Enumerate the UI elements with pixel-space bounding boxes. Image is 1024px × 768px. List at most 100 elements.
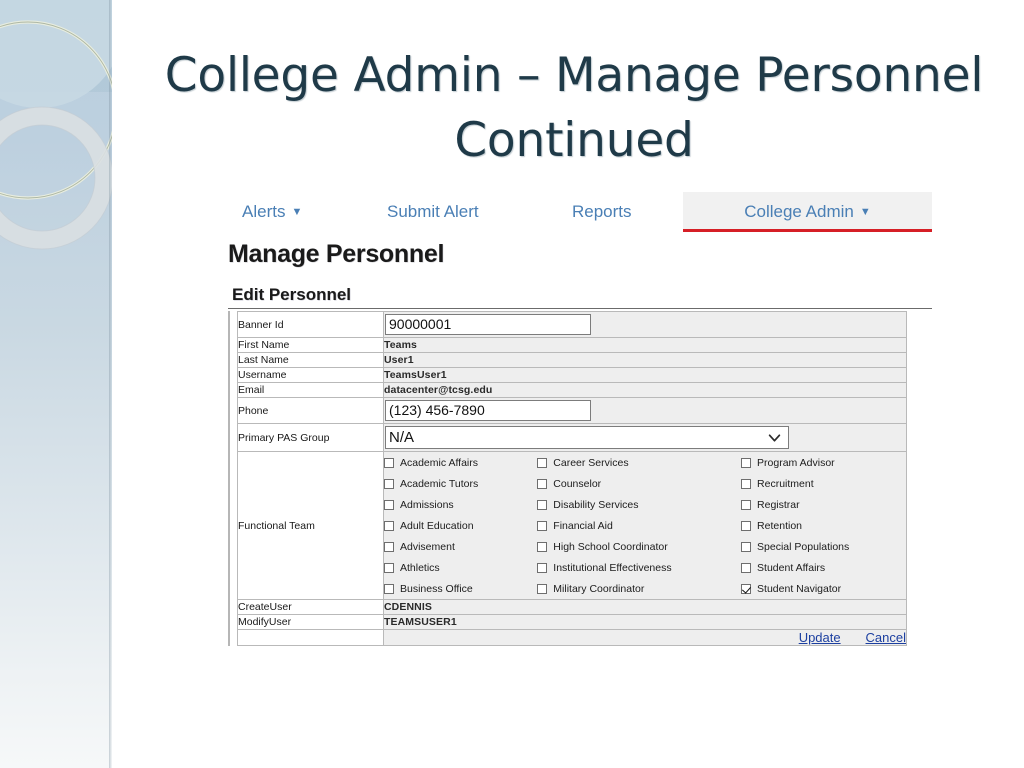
decorative-side-band <box>0 0 112 768</box>
list-item[interactable]: Military Coordinator <box>537 578 741 599</box>
checkbox-label: Special Populations <box>757 540 850 553</box>
list-item[interactable]: Athletics <box>384 557 537 578</box>
nav-item-submit-alert[interactable]: Submit Alert <box>373 192 493 232</box>
primary-pas-group-selected-value: N/A <box>389 429 415 446</box>
edit-personnel-panel: Edit Personnel Banner Id 90000001 First … <box>228 285 932 646</box>
field-label-first-name: First Name <box>237 337 384 353</box>
checkbox-label: Disability Services <box>553 498 639 511</box>
field-label-functional-team: Functional Team <box>237 451 384 600</box>
chevron-down-icon: ▼ <box>291 206 303 218</box>
list-item[interactable]: Financial Aid <box>537 515 741 536</box>
nav-item-college-admin[interactable]: College Admin ▼ <box>683 192 932 232</box>
panel-header: Edit Personnel <box>228 285 932 309</box>
list-item[interactable]: Business Office <box>384 578 537 599</box>
checkbox-special-populations[interactable] <box>741 541 752 552</box>
functional-team-checkbox-grid: Academic Affairs Academic Tutors Admissi… <box>383 451 907 600</box>
list-item[interactable]: Registrar <box>741 494 906 515</box>
checkbox-label: Advisement <box>400 540 455 553</box>
checkbox-military-coordinator[interactable] <box>537 583 548 594</box>
list-item[interactable]: Advisement <box>384 536 537 557</box>
list-item[interactable]: Counselor <box>537 473 741 494</box>
checkbox-label: Financial Aid <box>553 519 613 532</box>
nav-item-alerts-label: Alerts <box>242 202 286 221</box>
checkbox-high-school-coordinator[interactable] <box>537 541 548 552</box>
checkbox-student-navigator[interactable] <box>741 583 752 594</box>
checkbox-column-1: Academic Affairs Academic Tutors Admissi… <box>384 452 537 599</box>
checkbox-label: Recruitment <box>757 477 814 490</box>
checkbox-registrar[interactable] <box>741 499 752 510</box>
checkbox-label: Retention <box>757 519 802 532</box>
checkbox-label: Counselor <box>553 477 602 490</box>
checkbox-athletics[interactable] <box>384 562 394 573</box>
list-item[interactable]: Institutional Effectiveness <box>537 557 741 578</box>
list-item[interactable]: Career Services <box>537 452 741 473</box>
field-label-last-name: Last Name <box>237 352 384 368</box>
checkbox-academic-tutors[interactable] <box>384 478 394 489</box>
list-item[interactable]: Academic Affairs <box>384 452 537 473</box>
list-item[interactable]: Retention <box>741 515 906 536</box>
checkbox-retention[interactable] <box>741 520 752 531</box>
chevron-down-icon: ▼ <box>859 206 871 218</box>
field-label-create-user: CreateUser <box>237 599 384 615</box>
checkbox-label: Admissions <box>400 498 454 511</box>
banner-id-input[interactable]: 90000001 <box>385 314 591 335</box>
list-item[interactable]: Recruitment <box>741 473 906 494</box>
checkbox-academic-affairs[interactable] <box>384 457 394 468</box>
decorative-rings-icon <box>0 20 112 250</box>
nav-item-alerts[interactable]: Alerts ▼ <box>228 192 316 232</box>
checkbox-label: High School Coordinator <box>553 540 668 553</box>
list-item[interactable]: Program Advisor <box>741 452 906 473</box>
field-label-primary-pas-group: Primary PAS Group <box>237 423 384 452</box>
main-navigation: Alerts ▼ Submit Alert Reports College Adm… <box>228 192 932 232</box>
field-value-email: datacenter@tcsg.edu <box>383 382 907 398</box>
list-item[interactable]: Student Affairs <box>741 557 906 578</box>
checkbox-adult-education[interactable] <box>384 520 394 531</box>
checkbox-column-3: Program Advisor Recruitment Registrar Re… <box>741 452 906 599</box>
checkbox-label: Student Navigator <box>757 582 842 595</box>
update-link[interactable]: Update <box>799 630 841 645</box>
checkbox-label: Adult Education <box>400 519 474 532</box>
actions-row-spacer <box>237 629 384 646</box>
list-item[interactable]: Admissions <box>384 494 537 515</box>
list-item[interactable]: Adult Education <box>384 515 537 536</box>
nav-item-reports[interactable]: Reports <box>558 192 646 232</box>
checkbox-admissions[interactable] <box>384 499 394 510</box>
cancel-link[interactable]: Cancel <box>866 630 906 645</box>
table-row: CreateUser CDENNIS <box>237 599 907 615</box>
field-label-banner-id: Banner Id <box>237 311 384 338</box>
checkbox-financial-aid[interactable] <box>537 520 548 531</box>
table-row: Phone (123) 456-7890 <box>237 397 907 424</box>
table-row: First Name Teams <box>237 337 907 353</box>
checkbox-recruitment[interactable] <box>741 478 752 489</box>
phone-input[interactable]: (123) 456-7890 <box>385 400 591 421</box>
checkbox-label: Military Coordinator <box>553 582 645 595</box>
checkbox-career-services[interactable] <box>537 457 548 468</box>
checkbox-label: Academic Tutors <box>400 477 479 490</box>
section-heading: Manage Personnel <box>228 240 445 268</box>
checkbox-label: Institutional Effectiveness <box>553 561 672 574</box>
list-item[interactable]: Disability Services <box>537 494 741 515</box>
primary-pas-group-select[interactable]: N/A <box>385 426 789 449</box>
list-item[interactable]: Student Navigator <box>741 578 906 599</box>
field-label-email: Email <box>237 382 384 398</box>
checkbox-counselor[interactable] <box>537 478 548 489</box>
checkbox-student-affairs[interactable] <box>741 562 752 573</box>
nav-item-reports-label: Reports <box>572 202 632 221</box>
checkbox-disability-services[interactable] <box>537 499 548 510</box>
personnel-form-table: Banner Id 90000001 First Name Teams Last… <box>237 311 907 646</box>
table-row: Banner Id 90000001 <box>237 311 907 338</box>
checkbox-label: Registrar <box>757 498 800 511</box>
checkbox-institutional-effectiveness[interactable] <box>537 562 548 573</box>
list-item[interactable]: High School Coordinator <box>537 536 741 557</box>
list-item[interactable]: Academic Tutors <box>384 473 537 494</box>
checkbox-label: Program Advisor <box>757 456 835 469</box>
field-value-modify-user: TEAMSUSER1 <box>383 614 907 630</box>
app-screenshot: Alerts ▼ Submit Alert Reports College Adm… <box>228 192 932 646</box>
checkbox-label: Student Affairs <box>757 561 826 574</box>
field-value-create-user: CDENNIS <box>383 599 907 615</box>
checkbox-advisement[interactable] <box>384 541 394 552</box>
table-row: Primary PAS Group N/A <box>237 423 907 452</box>
checkbox-program-advisor[interactable] <box>741 457 752 468</box>
list-item[interactable]: Special Populations <box>741 536 906 557</box>
checkbox-business-office[interactable] <box>384 583 394 594</box>
